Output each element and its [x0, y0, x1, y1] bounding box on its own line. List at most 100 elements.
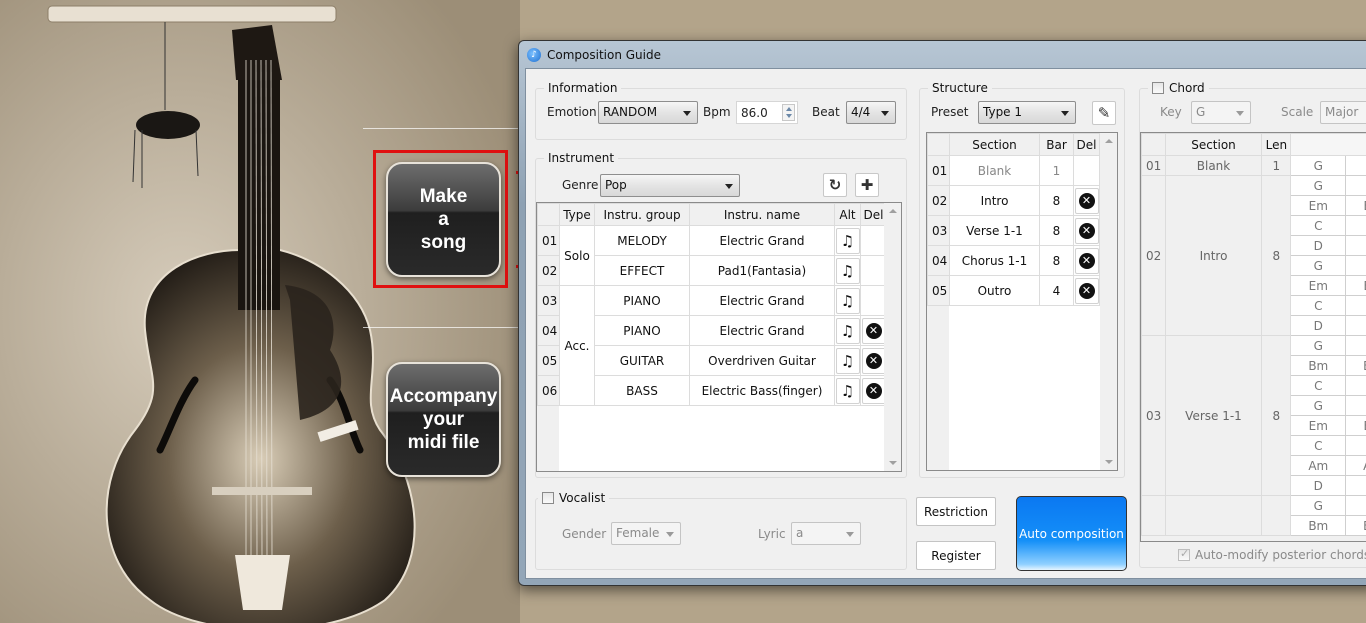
- gender-select[interactable]: Female: [611, 522, 681, 545]
- music-note-app-icon: ♪: [527, 47, 541, 62]
- chord-cell[interactable]: Bm: [1345, 355, 1366, 376]
- chord-cell[interactable]: Em: [1345, 275, 1366, 296]
- alt-music-note-button[interactable]: ♫: [835, 257, 860, 284]
- chevron-down-icon: [725, 184, 733, 189]
- chord-cell[interactable]: Bm: [1290, 515, 1347, 536]
- chord-cell[interactable]: C: [1345, 295, 1366, 316]
- stepper-arrows[interactable]: [782, 104, 795, 121]
- delete-button[interactable]: ✕: [861, 347, 886, 374]
- auto-composition-button[interactable]: Auto composition: [1016, 496, 1127, 571]
- chord-cell[interactable]: D: [1345, 315, 1366, 336]
- table-row[interactable]: 03 Verse 1-1 8 ✕: [927, 215, 1100, 246]
- chord-cell[interactable]: C: [1345, 215, 1366, 236]
- alt-music-note-button[interactable]: ♫: [835, 347, 860, 374]
- chord-cell[interactable]: D: [1290, 315, 1347, 336]
- col-type: Type: [559, 203, 595, 226]
- chord-cell[interactable]: D: [1290, 235, 1347, 256]
- delete-button[interactable]: ✕: [1074, 187, 1099, 214]
- auto-modify-option[interactable]: Auto-modify posterior chords in: [1178, 547, 1366, 562]
- scroll-up-icon[interactable]: [1105, 139, 1113, 143]
- chord-cell[interactable]: C: [1290, 295, 1347, 316]
- chord-section-row: G G: [1141, 495, 1366, 536]
- chord-cell[interactable]: Em: [1290, 415, 1347, 436]
- scale-select[interactable]: Major: [1320, 101, 1366, 124]
- delete-button[interactable]: ✕: [861, 377, 886, 404]
- beat-select[interactable]: 4/4: [846, 101, 896, 124]
- add-instrument-button[interactable]: ✚: [855, 173, 879, 197]
- chord-cell[interactable]: D: [1345, 475, 1366, 496]
- chord-cell[interactable]: Bm: [1290, 355, 1347, 376]
- delete-button[interactable]: ✕: [1074, 247, 1099, 274]
- structure-scrollbar[interactable]: [1100, 133, 1117, 470]
- information-group: Information Emotion RANDOM Bpm 86.0 Beat…: [535, 81, 907, 140]
- chord-cell[interactable]: Bm: [1345, 515, 1366, 536]
- delete-button[interactable]: ✕: [1074, 217, 1099, 244]
- bpm-stepper[interactable]: 86.0: [736, 101, 798, 124]
- scroll-down-icon[interactable]: [889, 461, 897, 465]
- delete-button[interactable]: ✕: [861, 317, 886, 344]
- chord-cell[interactable]: C: [1290, 375, 1347, 396]
- chord-cell[interactable]: G: [1290, 495, 1347, 516]
- stepper-up-icon[interactable]: [786, 107, 792, 111]
- restriction-button[interactable]: Restriction: [916, 497, 996, 526]
- auto-modify-checkbox[interactable]: [1178, 547, 1190, 561]
- vocalist-group: Vocalist Gender Female Lyric a: [535, 491, 907, 570]
- chord-cell[interactable]: C: [1345, 375, 1366, 396]
- table-row[interactable]: 01 Blank 1: [927, 155, 1100, 186]
- annotation-highlight-box: [373, 150, 508, 288]
- col-bar: Bar: [1039, 133, 1074, 156]
- chord-cell[interactable]: G: [1345, 155, 1366, 176]
- chord-cell[interactable]: Am: [1345, 455, 1366, 476]
- refresh-button[interactable]: ↻: [823, 173, 847, 197]
- alt-music-note-button[interactable]: ♫: [835, 377, 860, 404]
- key-select[interactable]: G: [1191, 101, 1251, 124]
- alt-music-note-button[interactable]: ♫: [835, 317, 860, 344]
- alt-music-note-button[interactable]: ♫: [835, 287, 860, 314]
- genre-select[interactable]: Pop: [600, 174, 740, 197]
- title-bar[interactable]: ♪ Composition Guide: [519, 41, 1366, 68]
- table-row[interactable]: 01 Solo MELODY Electric Grand ♫: [537, 225, 887, 286]
- instrument-header-row: Type Instru. group Instru. name Alt Del: [537, 203, 887, 226]
- chord-cell[interactable]: Em: [1345, 415, 1366, 436]
- chord-cell[interactable]: Am: [1290, 455, 1347, 476]
- table-row[interactable]: 03 Acc. PIANO Electric Grand ♫: [537, 285, 887, 406]
- chord-cell[interactable]: Em: [1345, 195, 1366, 216]
- chord-cell[interactable]: C: [1290, 435, 1347, 456]
- alt-music-note-button[interactable]: ♫: [835, 227, 860, 254]
- col-instru-name: Instru. name: [689, 203, 835, 226]
- instrument-scrollbar[interactable]: [884, 203, 901, 471]
- chord-cell[interactable]: G: [1345, 495, 1366, 516]
- edit-preset-button[interactable]: ✎: [1092, 101, 1116, 125]
- chord-cell[interactable]: Em: [1290, 195, 1347, 216]
- chord-cell[interactable]: G: [1290, 155, 1347, 176]
- chord-cell[interactable]: C: [1290, 215, 1347, 236]
- chord-cell[interactable]: G: [1345, 395, 1366, 416]
- scroll-up-icon[interactable]: [889, 209, 897, 213]
- table-row[interactable]: 05 Outro 4 ✕: [927, 275, 1100, 306]
- lyric-select[interactable]: a: [791, 522, 861, 545]
- delete-button[interactable]: ✕: [1074, 277, 1099, 304]
- register-button[interactable]: Register: [916, 541, 996, 570]
- table-row[interactable]: 02 Intro 8 ✕: [927, 185, 1100, 216]
- chord-checkbox[interactable]: [1152, 82, 1164, 94]
- stepper-down-icon[interactable]: [786, 114, 792, 118]
- window-client-area: Information Emotion RANDOM Bpm 86.0 Beat…: [525, 68, 1366, 579]
- scroll-down-icon[interactable]: [1105, 460, 1113, 464]
- chord-cell[interactable]: D: [1345, 235, 1366, 256]
- table-row[interactable]: 04 Chorus 1-1 8 ✕: [927, 245, 1100, 276]
- preset-select[interactable]: Type 1: [978, 101, 1076, 124]
- emotion-select[interactable]: RANDOM: [598, 101, 698, 124]
- chord-cell[interactable]: D: [1290, 475, 1347, 496]
- accompany-midi-file-tile[interactable]: Accompany your midi file: [386, 362, 501, 477]
- chord-cell[interactable]: G: [1345, 335, 1366, 356]
- chord-group: Chord Key G Scale Major Section Len 01 B…: [1139, 81, 1366, 568]
- chord-cell[interactable]: G: [1290, 395, 1347, 416]
- chord-cell[interactable]: C: [1345, 435, 1366, 456]
- chord-cell[interactable]: G: [1290, 255, 1347, 276]
- chord-cell[interactable]: G: [1345, 175, 1366, 196]
- chord-cell[interactable]: G: [1345, 255, 1366, 276]
- chord-cell[interactable]: G: [1290, 175, 1347, 196]
- vocalist-checkbox[interactable]: [542, 492, 554, 504]
- chord-cell[interactable]: Em: [1290, 275, 1347, 296]
- chord-cell[interactable]: G: [1290, 335, 1347, 356]
